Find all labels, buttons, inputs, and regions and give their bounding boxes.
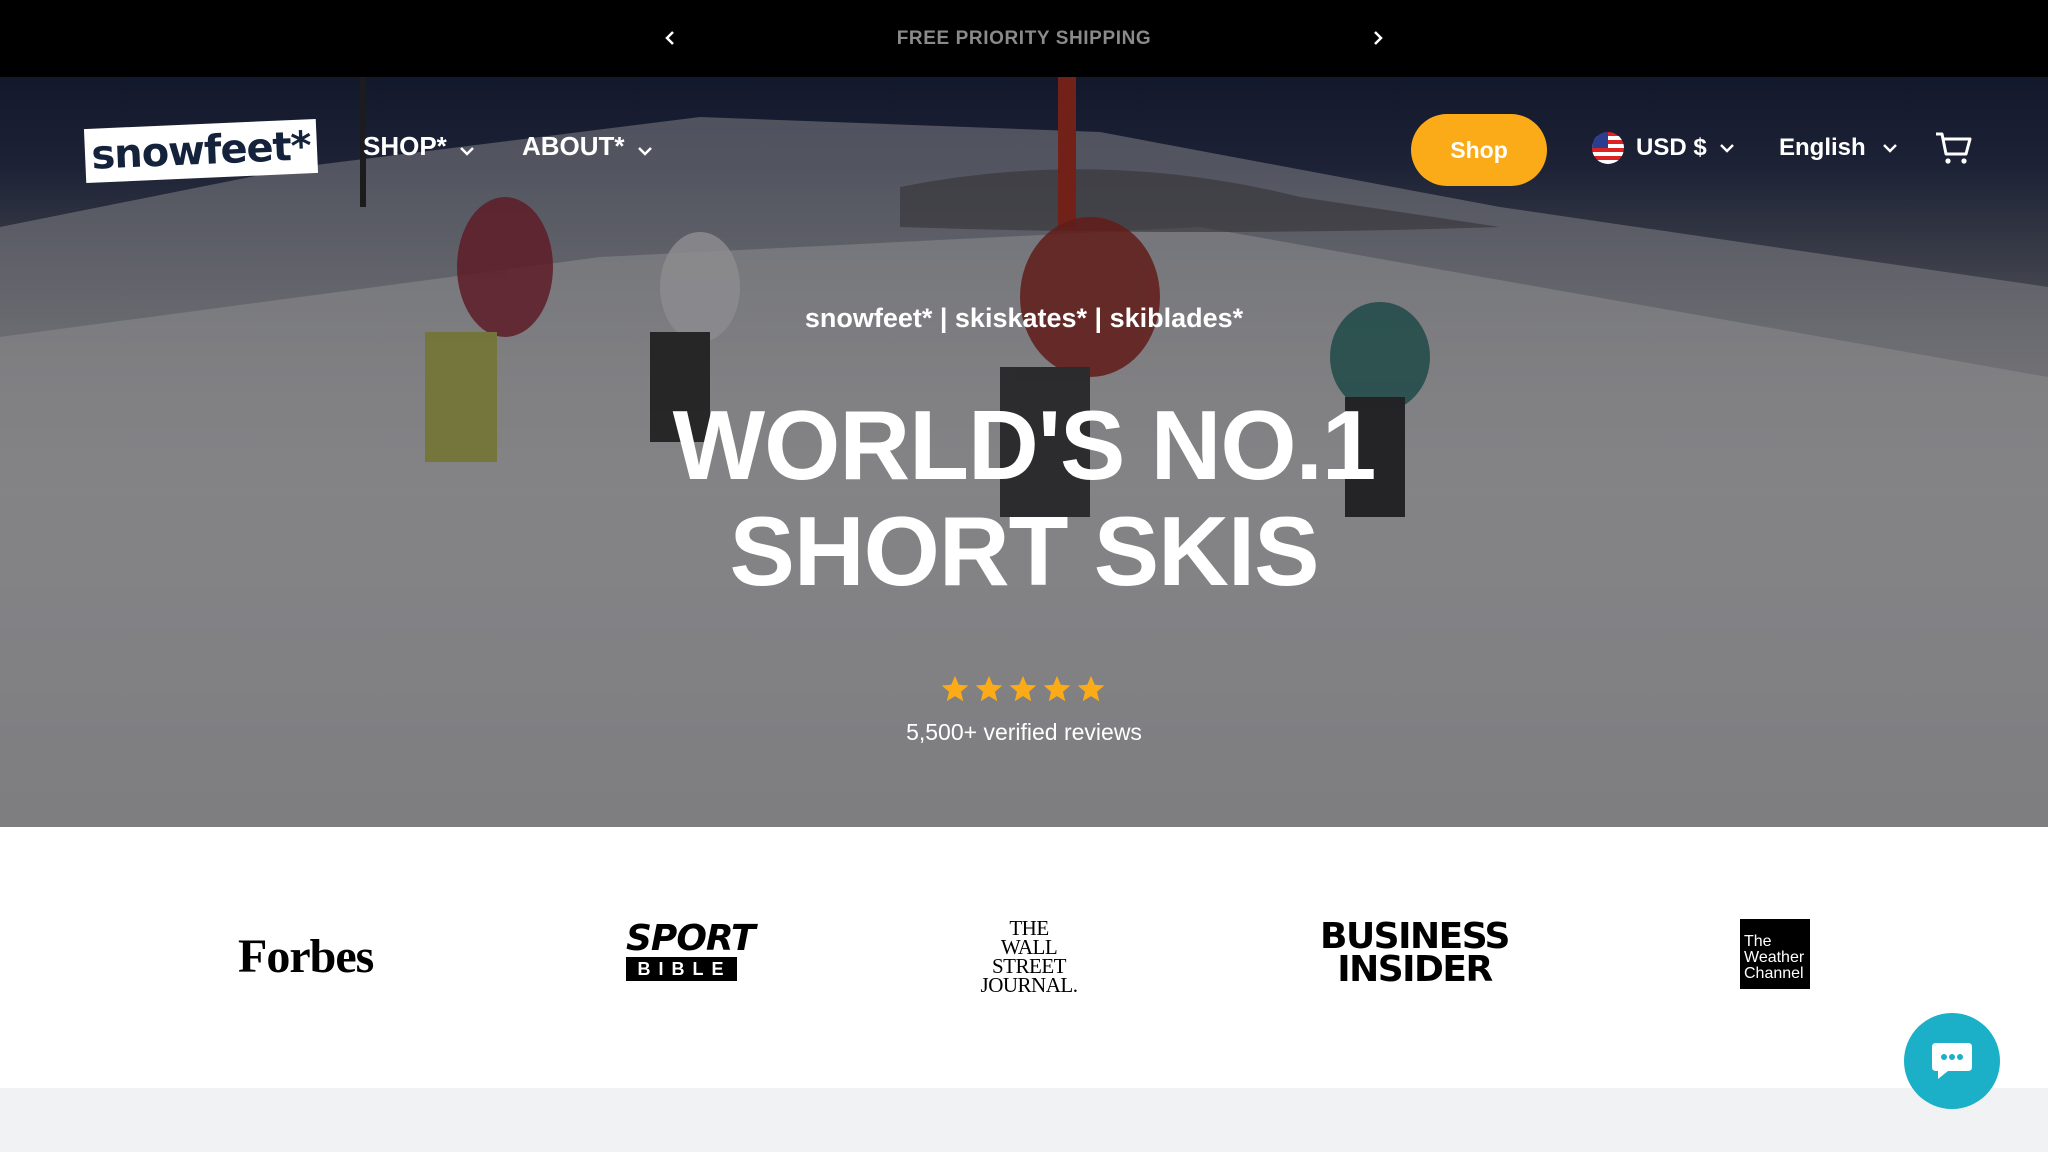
wsj-logo-line3: JOURNAL. xyxy=(980,973,1078,997)
sportbible-logo: SPORT BIBLE xyxy=(626,918,756,981)
us-flag-icon xyxy=(1592,132,1624,164)
cart-icon[interactable] xyxy=(1934,130,1972,166)
bi-logo-line2: INSIDER xyxy=(1337,949,1493,990)
sportbible-logo-bottom: BIBLE xyxy=(626,957,737,981)
logo[interactable]: snowfeet* xyxy=(83,118,319,184)
chevron-down-icon xyxy=(1719,144,1734,153)
business-insider-logo: BUSINESS INSIDER xyxy=(1320,919,1510,990)
announcement-message: FREE PRIORITY SHIPPING xyxy=(896,28,1152,49)
chevron-down-icon xyxy=(637,146,652,156)
sportbible-logo-top: SPORT xyxy=(626,918,756,959)
announcement-bar: FREE PRIORITY SHIPPING xyxy=(0,0,2048,77)
press-logos: Forbes SPORT BIBLE THE WALL STREET JOURN… xyxy=(0,827,2048,1088)
language-label: English xyxy=(1779,134,1866,161)
weather-logo-line2: Weather xyxy=(1744,949,1805,966)
star-icon xyxy=(1077,675,1105,702)
currency-selector[interactable]: USD $ xyxy=(1592,132,1735,164)
star-icon xyxy=(1043,675,1071,702)
nav-about-menu[interactable]: ABOUT* xyxy=(522,131,653,162)
weather-logo-line1: The xyxy=(1744,933,1772,950)
nav-shop-menu[interactable]: SHOP* xyxy=(363,131,475,162)
nav-about-label: ABOUT* xyxy=(522,131,625,161)
forbes-logo: Forbes xyxy=(238,930,374,983)
wsj-logo-line2: WALL STREET xyxy=(992,935,1067,978)
hero-headline-line2: SHORT SKIS xyxy=(729,496,1320,606)
star-icon xyxy=(1009,675,1037,702)
chat-button[interactable] xyxy=(1904,1013,2000,1109)
chat-bubble-icon xyxy=(1932,1043,1972,1079)
language-selector[interactable]: English xyxy=(1779,134,1898,162)
weather-channel-logo: The Weather Channel xyxy=(1740,919,1810,989)
hero-subtitle: snowfeet* | skiskates* | skiblades* xyxy=(804,303,1244,333)
chevron-right-icon xyxy=(1374,31,1383,45)
hero-headline-line1: WORLD'S NO.1 xyxy=(672,390,1377,500)
weather-logo-line3: Channel xyxy=(1744,965,1804,982)
announcement-next-button[interactable] xyxy=(1363,22,1393,54)
rating-stars xyxy=(940,674,1106,704)
reviews-count: 5,500+ verified reviews xyxy=(906,719,1142,745)
hero-headline: WORLD'S NO.1 SHORT SKIS xyxy=(0,392,2048,604)
nav-shop-label: SHOP* xyxy=(363,131,447,161)
logo-text: snowfeet* xyxy=(90,123,312,179)
currency-label: USD $ xyxy=(1636,134,1707,161)
shop-button[interactable]: Shop xyxy=(1411,114,1547,186)
chevron-down-icon xyxy=(459,146,474,156)
star-icon xyxy=(941,675,969,702)
star-icon xyxy=(975,675,1003,702)
wsj-logo: THE WALL STREET JOURNAL. xyxy=(973,918,1085,997)
chevron-down-icon xyxy=(1882,144,1897,153)
